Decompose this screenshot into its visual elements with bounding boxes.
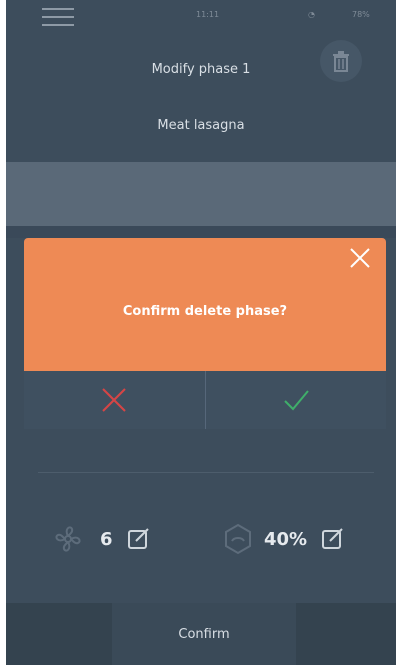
footer-bar: Confirm [6, 603, 396, 665]
fan-speed-setting: 6 [50, 519, 151, 559]
status-bar: 11:11 ◔ 78% [6, 0, 396, 34]
phase-band [6, 162, 396, 226]
status-time: 11:11 [196, 10, 220, 19]
cross-icon [102, 388, 126, 412]
humidity-icon [225, 523, 251, 555]
cancel-delete-button[interactable] [24, 371, 205, 429]
fan-speed-value: 6 [100, 528, 113, 550]
humidity-value: 40% [264, 528, 308, 550]
battery-level: 78% [352, 10, 370, 19]
dialog-actions [24, 371, 386, 429]
delete-phase-button[interactable] [320, 40, 362, 82]
menu-icon[interactable] [42, 8, 74, 28]
check-icon [284, 390, 309, 411]
app-screen: 11:11 ◔ 78% Modify phase 1 Meat lasagna … [6, 0, 396, 665]
signal-icon: ◔ [308, 10, 315, 19]
humidity-setting: 40% [220, 519, 345, 559]
fan-icon [55, 526, 81, 552]
confirm-button[interactable]: Confirm [112, 603, 296, 665]
recipe-name: Meat lasagna [157, 118, 245, 133]
dialog-message: Confirm delete phase? [122, 304, 288, 319]
divider [38, 472, 374, 473]
edit-icon[interactable] [321, 527, 345, 551]
trash-icon [333, 51, 349, 72]
close-dialog-button[interactable] [348, 246, 372, 270]
confirm-delete-button[interactable] [204, 371, 387, 429]
close-icon [350, 248, 370, 268]
confirm-dialog: Confirm delete phase? [24, 238, 386, 371]
phase-row [6, 226, 396, 238]
edit-icon[interactable] [127, 527, 151, 551]
